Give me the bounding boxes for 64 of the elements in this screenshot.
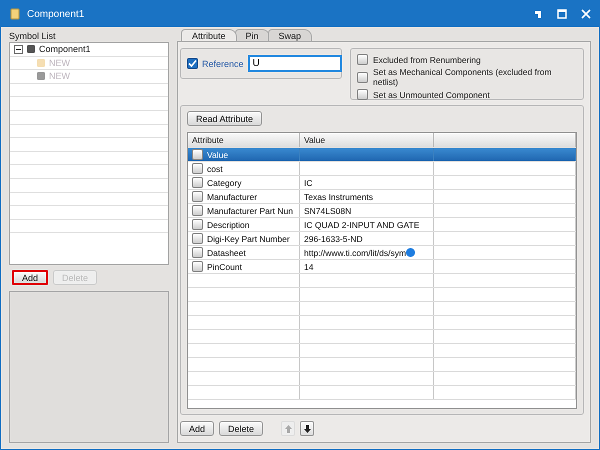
attribute-value: SN74LS08N [304, 206, 352, 216]
attribute-name: PinCount [207, 262, 242, 272]
close-icon[interactable] [581, 9, 591, 19]
checkbox[interactable] [192, 149, 203, 160]
add-button[interactable]: Add [180, 421, 214, 436]
dot-icon [406, 248, 416, 257]
table-row[interactable]: cost [188, 162, 576, 176]
column-header[interactable]: Attribute [188, 133, 300, 147]
checkbox[interactable] [192, 191, 203, 202]
attribute-name: Value [207, 150, 228, 160]
checkbox[interactable] [192, 177, 203, 188]
column-header[interactable]: Value [300, 133, 434, 147]
maximize-icon[interactable] [557, 9, 567, 19]
up-arrow-icon [284, 424, 293, 434]
delete-button[interactable]: Delete [219, 421, 264, 436]
down-arrow-icon [302, 424, 312, 434]
attribute-value: Texas Instruments [304, 192, 373, 202]
attribute-name: Manufacturer [207, 192, 258, 202]
window-title: Component1 [27, 8, 84, 20]
tab[interactable]: Attribute [181, 29, 237, 41]
window-icon [9, 8, 21, 20]
table-row[interactable]: Description IC QUAD 2-INPUT AND GATE [188, 218, 576, 232]
read-attribute-button[interactable]: Read Attribute [187, 111, 262, 126]
attribute-name: Datasheet [207, 248, 246, 258]
attribute-name: Description [207, 220, 250, 230]
checkbox[interactable] [192, 247, 203, 258]
table-row[interactable]: Category IC [188, 176, 576, 190]
option-label: Set as Mechanical Components (excluded from netlist) [373, 67, 553, 87]
attribute-name: cost [207, 164, 223, 174]
move-down-button[interactable] [300, 421, 314, 436]
table-row[interactable]: Datasheet http://www.ti.com/lit/ds/sym [188, 246, 576, 260]
attribute-value: 14 [304, 262, 314, 272]
checkbox[interactable] [192, 205, 203, 216]
table-row[interactable]: Manufacturer Texas Instruments [188, 190, 576, 204]
checkbox[interactable] [192, 261, 203, 272]
table-row[interactable]: Value [188, 148, 576, 162]
restore-icon[interactable] [533, 9, 543, 19]
attribute-value: http://www.ti.com/lit/ds/sym [304, 248, 406, 258]
attribute-value: IC [304, 178, 312, 188]
symbol-list-label: Symbol List [9, 31, 57, 41]
attribute-name: Digi-Key Part Number [207, 234, 290, 244]
tab[interactable]: Pin [234, 29, 270, 41]
checkbox[interactable] [192, 233, 203, 244]
tree-item[interactable]: Component1 [39, 44, 91, 54]
attribute-value: IC QUAD 2-INPUT AND GATE [304, 220, 420, 230]
checkbox[interactable] [357, 89, 368, 100]
checkbox[interactable] [357, 72, 368, 82]
attribute-name: Category [207, 178, 242, 188]
attribute-name: Manufacturer Part Nun [207, 206, 293, 216]
option-label: Excluded from Renumbering [373, 54, 481, 64]
checkbox[interactable] [192, 219, 203, 230]
reference-label: Reference [202, 58, 244, 68]
add-button[interactable]: Add [12, 270, 48, 285]
table-row[interactable]: Manufacturer Part Nun SN74LS08N [188, 204, 576, 218]
table-row[interactable]: Digi-Key Part Number 296-1633-5-ND [188, 232, 576, 246]
checkbox[interactable] [192, 163, 203, 174]
collapse-icon[interactable] [14, 44, 23, 54]
option-label: Set as Unmounted Component [373, 90, 490, 100]
tab[interactable]: Swap [268, 29, 312, 41]
checkbox[interactable] [187, 58, 198, 69]
checkbox[interactable] [357, 54, 368, 65]
reference-field[interactable]: U [248, 55, 342, 72]
table-row[interactable]: PinCount 14 [188, 260, 576, 274]
attribute-value: 296-1633-5-ND [304, 234, 363, 244]
